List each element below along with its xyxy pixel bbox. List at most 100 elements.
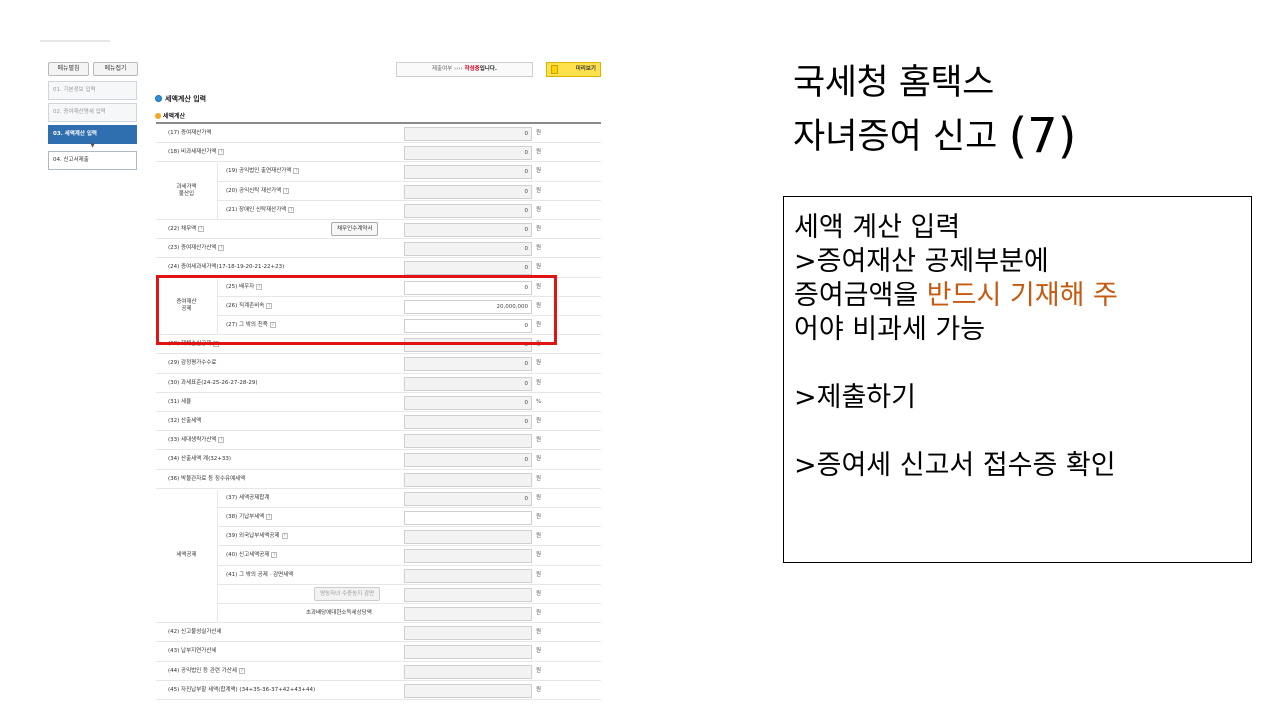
row-label: (39) 외국납부세액공제? <box>226 527 288 546</box>
menu-toggle: 메뉴펼침 메뉴접기 <box>48 62 138 76</box>
preview-label: 미리보기 <box>575 66 596 72</box>
amount-field[interactable] <box>404 607 532 621</box>
step-submit[interactable]: 04. 신고서제출 <box>48 151 137 170</box>
row-label-text: (29) 감정평가수수료 <box>168 360 217 367</box>
amount-field[interactable]: 0 <box>404 357 532 372</box>
help-icon[interactable]: ? <box>218 437 225 444</box>
unit-label: 원 <box>536 149 542 156</box>
row-label-text: (38) 기납부세액 <box>226 514 265 520</box>
row-label-text: (37) 세액공제합계 <box>226 494 270 501</box>
help-icon[interactable]: ? <box>218 149 225 156</box>
help-icon[interactable]: ? <box>238 667 245 674</box>
row-group-label: 과세가액 불산입 <box>156 163 218 219</box>
form-row: (22) 채무액? 채무인수계약서 0 원 <box>156 220 601 240</box>
row-label: (18) 비과세재산가액? <box>168 143 225 162</box>
row-label: (32) 산출세액 <box>168 412 201 431</box>
row-label-text: (24) 증여세과세가액(17-18-19-20-21-22+23) <box>168 264 285 271</box>
unit-label: 원 <box>536 629 542 636</box>
amount-field[interactable] <box>404 587 532 602</box>
help-icon[interactable]: ? <box>271 552 278 559</box>
form-row: (30) 과세표준(24-25-26-27-28-29) 0 원 <box>156 374 601 393</box>
form-row: (43) 납부지연가산세 원 <box>156 642 601 662</box>
unit-label: 원 <box>536 168 542 175</box>
debt-contract-button[interactable]: 채무인수계약서 <box>331 222 379 236</box>
amount-field[interactable]: 0 <box>404 223 532 237</box>
amount-field[interactable] <box>404 645 532 660</box>
amount-field[interactable]: 0 <box>404 376 532 391</box>
menu-expand-button[interactable]: 메뉴펼침 <box>48 62 89 76</box>
row-label: (41) 그 밖의 공제 · 감면세액 <box>226 566 293 585</box>
top-divider <box>40 40 110 42</box>
row-label: (37) 세액공제합계 <box>226 489 269 508</box>
step-basic-info[interactable]: 01. 기본정보 입력 <box>48 81 137 100</box>
amount-field[interactable]: 0 <box>404 395 532 410</box>
preview-button[interactable]: 미리보기 <box>546 62 601 77</box>
amount-field[interactable] <box>404 626 532 641</box>
row-label: (19) 공익법인 출연재산가액? <box>226 162 300 181</box>
amount-field[interactable] <box>404 549 532 564</box>
row-label-text: (40) 신고세액공제 <box>226 552 270 559</box>
farmland-reduction-button[interactable]: 영농자녀 수증농지 감면 <box>314 586 381 601</box>
help-icon[interactable]: ? <box>283 187 290 194</box>
row-label-text: (31) 세율 <box>168 398 192 405</box>
form-row: (29) 감정평가수수료 0 원 <box>156 354 601 374</box>
amount-field[interactable] <box>404 472 532 487</box>
amount-field[interactable] <box>404 568 532 583</box>
row-label: (17) 증여재산가액 <box>168 124 211 143</box>
unit-label: 원 <box>536 494 542 501</box>
panel-title: 국세청 홈택스 <box>793 63 994 103</box>
help-icon[interactable]: ? <box>281 533 288 540</box>
help-icon[interactable]: ? <box>218 245 225 252</box>
help-icon[interactable]: ? <box>288 206 295 213</box>
bullet-icon <box>155 113 161 119</box>
row-label-text: (36) 박물관자료 등 징수유예세액 <box>168 475 246 482</box>
unit-label: 원 <box>536 686 542 693</box>
form-row: (37) 세액공제합계 0 원 <box>156 489 601 508</box>
row-label: 초과배당에대한소득세상당액 <box>306 604 372 623</box>
help-icon[interactable]: ? <box>198 226 205 232</box>
unit-label: 원 <box>536 475 542 482</box>
row-label-text: (30) 과세표준(24-25-26-27-28-29) <box>168 379 258 386</box>
form-row: (21) 장애인 신탁재산가액? 0 원 <box>156 201 601 220</box>
row-label: (33) 세대생략가산액? <box>168 431 225 450</box>
amount-field[interactable]: 0 <box>404 242 532 257</box>
status-value: 작성중 <box>464 66 480 72</box>
note-emphasis: 반드시 기재해 주 <box>926 280 1118 311</box>
amount-field[interactable]: 0 <box>404 203 532 218</box>
form-row: (41) 그 밖의 공제 · 감면세액 원 <box>156 566 601 585</box>
amount-field[interactable] <box>404 683 532 698</box>
amount-field[interactable]: 0 <box>404 184 532 199</box>
unit-label: 원 <box>536 130 542 136</box>
help-icon[interactable]: ? <box>266 514 273 520</box>
row-label-text: (22) 채무액 <box>168 226 197 232</box>
amount-field[interactable]: 0 <box>404 491 532 506</box>
help-icon[interactable]: ? <box>293 168 300 175</box>
form-row: (40) 신고세액공제? 원 <box>156 546 601 566</box>
row-group-text: 세액공제 <box>176 552 197 559</box>
amount-field[interactable]: 0 <box>404 146 532 161</box>
amount-field[interactable] <box>404 434 532 449</box>
amount-field[interactable] <box>404 530 532 545</box>
unit-label: 원 <box>536 187 542 194</box>
amount-field[interactable]: 0 <box>404 453 532 468</box>
menu-collapse-button[interactable]: 메뉴접기 <box>93 62 138 76</box>
form-row: (45) 자진납부할 세액(합계액) (34+35-36-37+42+43+44… <box>156 681 601 700</box>
note-line: 증여금액을 반드시 기재해 주 <box>794 279 1251 313</box>
amount-field[interactable]: 0 <box>404 127 532 141</box>
amount-field[interactable] <box>404 511 532 525</box>
form-row: (18) 비과세재산가액? 0 원 <box>156 143 601 163</box>
step-gift-property[interactable]: 02. 증여재산명세 입력 <box>48 103 137 122</box>
unit-label: 원 <box>536 437 542 444</box>
amount-field[interactable] <box>404 664 532 679</box>
unit-label: 원 <box>536 610 542 616</box>
amount-field[interactable]: 0 <box>404 415 532 429</box>
row-label-text: (42) 신고불성실가산세 <box>168 629 222 636</box>
row-label-text: (33) 세대생략가산액 <box>168 437 217 444</box>
amount-field[interactable]: 0 <box>404 261 532 276</box>
form-row: (38) 기납부세액? 원 <box>156 508 601 528</box>
document-icon <box>551 65 558 74</box>
step-nav: 01. 기본정보 입력 02. 증여재산명세 입력 03. 세액계산 입력 ▼ … <box>48 81 137 173</box>
row-label-text: (23) 증여재산가산액 <box>168 245 217 252</box>
amount-field[interactable]: 0 <box>404 165 532 180</box>
unit-label: 원 <box>536 360 542 367</box>
